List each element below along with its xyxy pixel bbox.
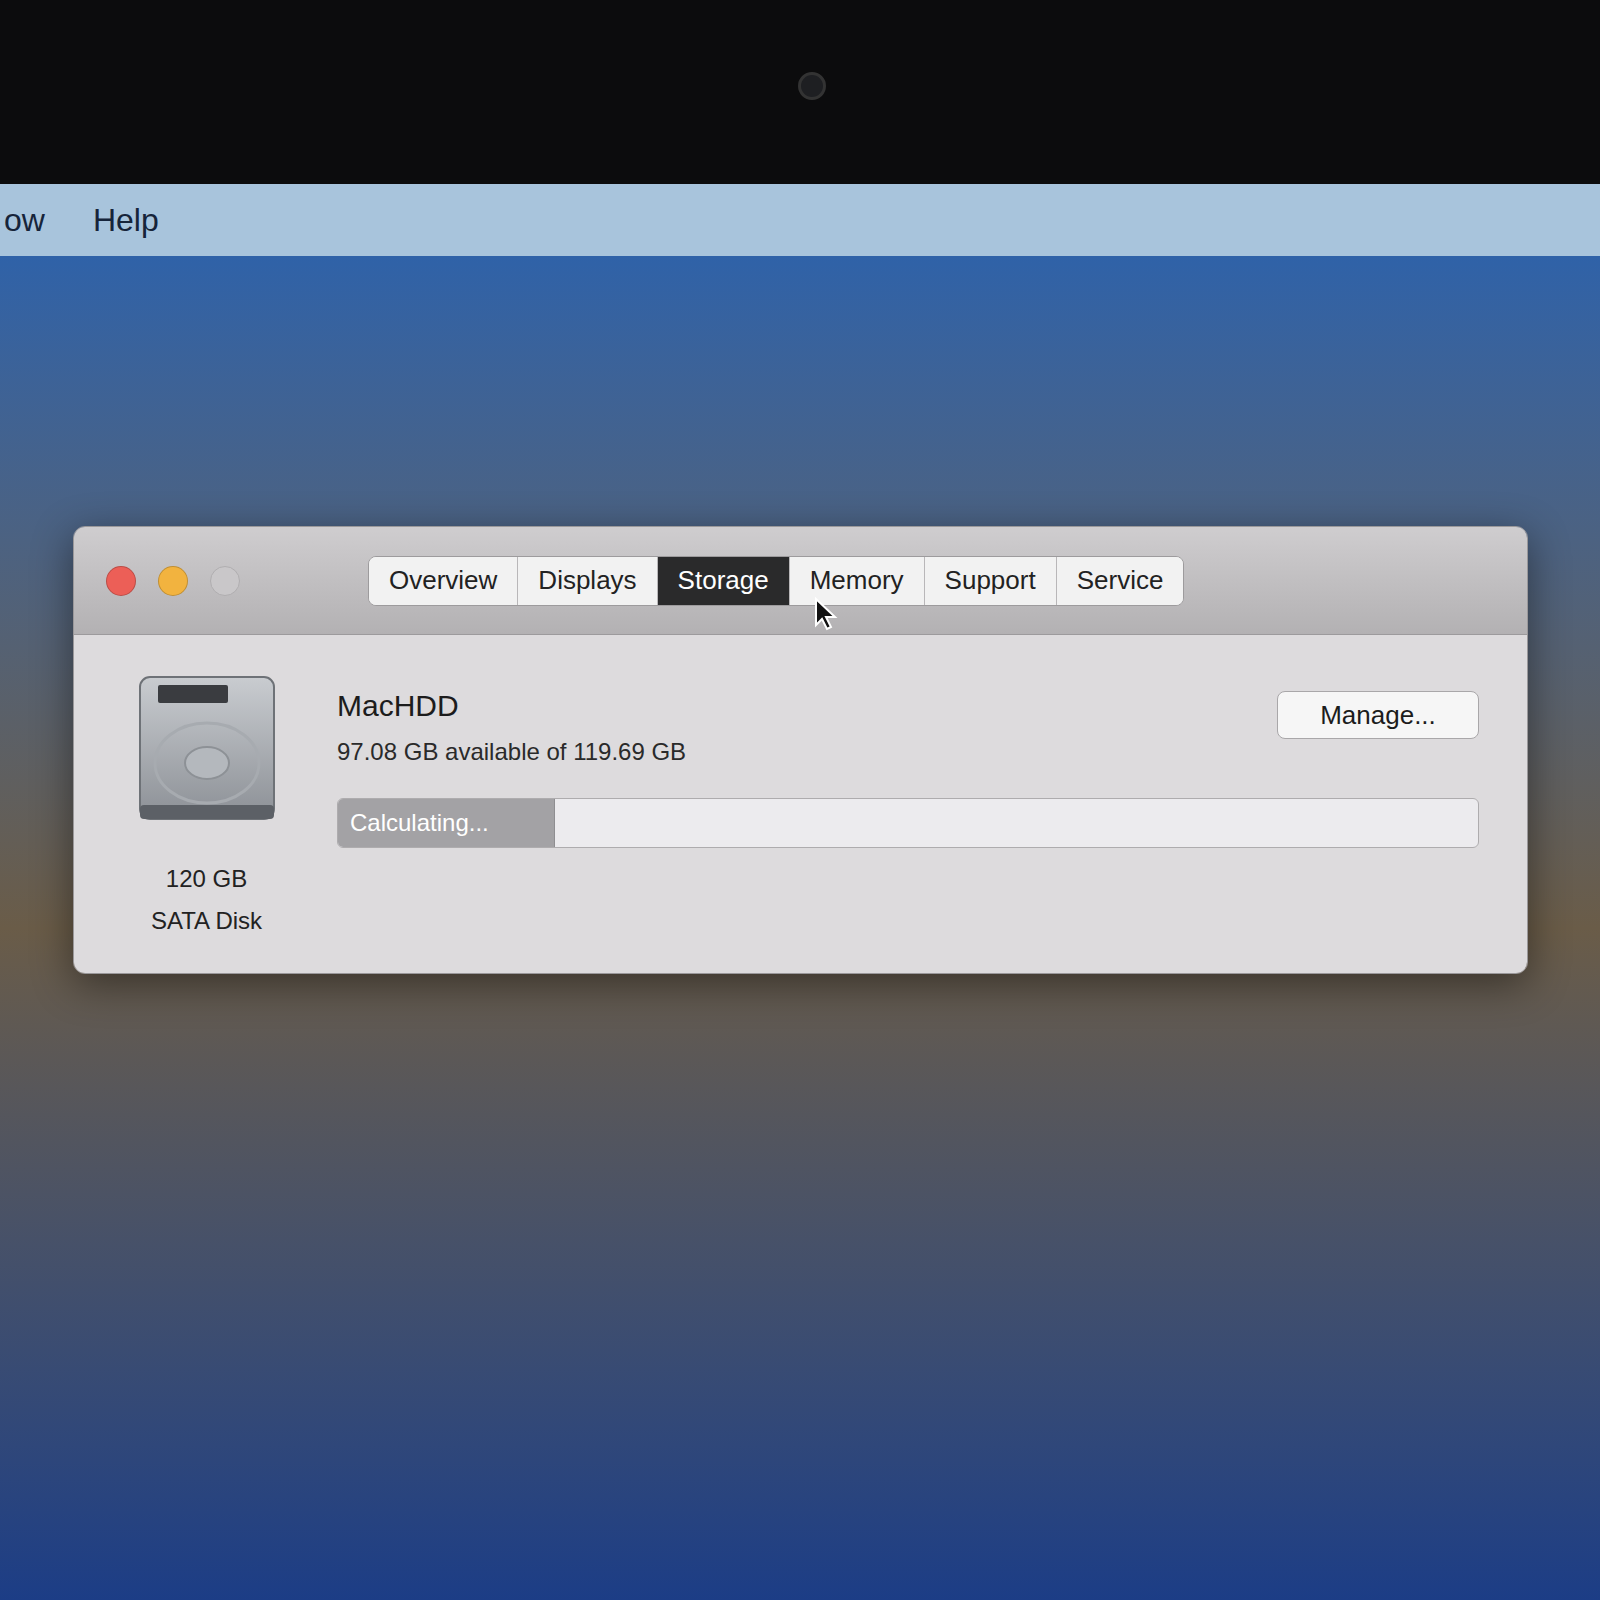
tab[interactable]: Overview <box>369 557 517 605</box>
disk-name: MacHDD <box>337 683 686 728</box>
screen-bezel <box>0 0 1600 184</box>
manage-button[interactable]: Manage... <box>1277 691 1479 739</box>
close-button[interactable] <box>106 566 136 596</box>
menu-item[interactable]: Help <box>93 196 159 244</box>
hard-disk-icon <box>136 673 278 823</box>
title-bar: OverviewDisplaysStorageMemorySupportServ… <box>74 527 1527 635</box>
zoom-button <box>210 566 240 596</box>
desktop-wallpaper: OverviewDisplaysStorageMemorySupportServ… <box>0 256 1600 1600</box>
tab-bar: OverviewDisplaysStorageMemorySupportServ… <box>368 556 1184 606</box>
tab[interactable]: Storage <box>657 557 789 605</box>
tab[interactable]: Memory <box>789 557 924 605</box>
disk-availability: 97.08 GB available of 119.69 GB <box>337 734 686 770</box>
disk-type: SATA Disk <box>151 903 262 939</box>
tab[interactable]: Displays <box>517 557 656 605</box>
disk-column: 120 GB SATA Disk <box>134 673 279 973</box>
menu-item[interactable]: ow <box>4 196 45 244</box>
storage-bar: Calculating... <box>337 798 1479 848</box>
mouse-cursor-icon <box>814 597 838 631</box>
tab[interactable]: Support <box>924 557 1056 605</box>
tab[interactable]: Service <box>1056 557 1184 605</box>
disk-capacity: 120 GB <box>166 861 247 897</box>
app-window: OverviewDisplaysStorageMemorySupportServ… <box>73 526 1528 974</box>
disk-details: MacHDD 97.08 GB available of 119.69 GB Man… <box>337 673 1479 973</box>
camera-icon <box>798 72 826 100</box>
minimize-button[interactable] <box>158 566 188 596</box>
storage-panel: 120 GB SATA Disk MacHDD 97.08 GB available … <box>74 635 1527 973</box>
screen-photo: ow Help OverviewDisplaysStorageMemorySuppo… <box>0 0 1600 1600</box>
calculating-segment: Calculating... <box>338 799 555 847</box>
menu-bar: ow Help <box>0 184 1600 256</box>
